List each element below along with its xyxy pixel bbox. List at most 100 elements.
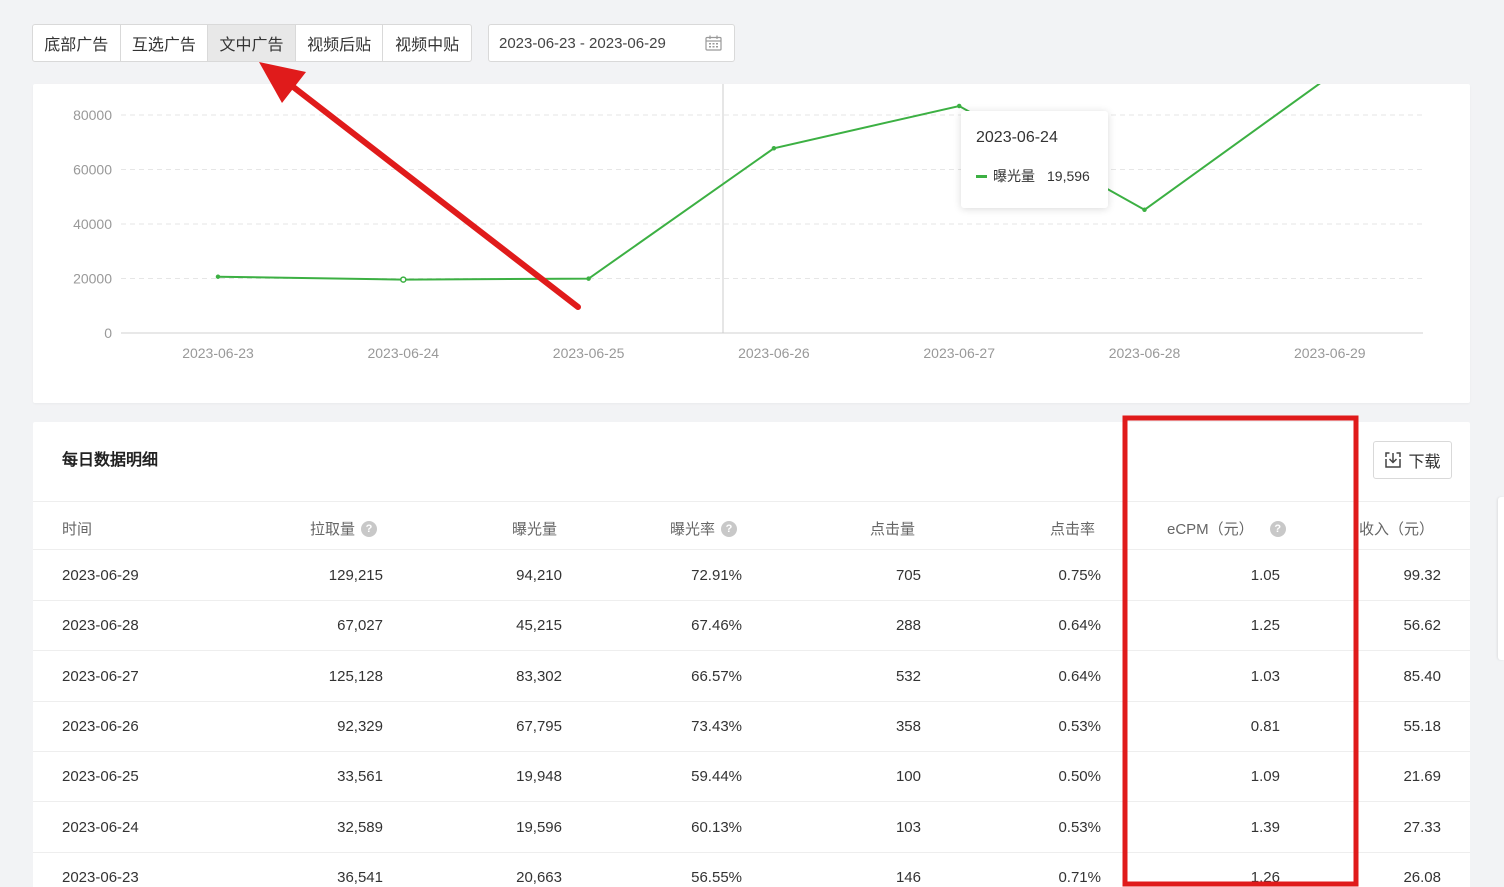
x-tick-label: 2023-06-25 [553,345,625,361]
calendar-icon[interactable] [705,35,722,51]
daily-detail-card: 每日数据明细 下载 时间 拉取量? 曝光量 曝光率? 点击量 点击率 eCPM（… [33,422,1470,887]
col-header-clicks[interactable]: 点击量 [870,518,915,539]
cell-clicks: 358 [895,717,921,735]
cell-pulls: 125,128 [328,667,383,685]
cell-date: 2023-06-26 [62,717,139,735]
tab-video-mid-roll[interactable]: 视频中贴 [383,25,471,61]
tab-in-article-ad[interactable]: 文中广告 [208,25,296,61]
cell-exposure: 20,663 [516,868,562,886]
col-label: 点击量 [870,521,916,538]
cell-revenue: 99.32 [1403,567,1441,584]
col-header-ecpm[interactable]: eCPM（元）? [1167,518,1286,539]
cell-revenue: 55.18 [1403,717,1441,735]
data-point[interactable] [771,146,777,151]
cell-exposure: 83,302 [516,667,562,685]
cell-exposure: 19,948 [516,768,562,786]
cell-revenue: 26.08 [1403,868,1441,886]
cell-exposure-rate: 56.55% [691,868,742,886]
col-label: 时间 [62,521,93,538]
tab-bottom-ad[interactable]: 底部广告 [33,25,121,61]
download-button[interactable]: 下载 [1373,441,1452,479]
help-icon[interactable]: ? [361,520,378,537]
chart-tooltip: 2023-06-24 曝光量 19,596 [961,111,1108,208]
col-header-time[interactable]: 时间 [62,518,92,539]
cell-date: 2023-06-23 [62,868,139,886]
col-label: 曝光量 [512,521,558,538]
cell-pulls: 36,541 [337,868,383,886]
table-row: 2023-06-24 32,589 19,596 60.13% 103 0.53% 1.39… [33,802,1470,853]
col-header-exposure-rate[interactable]: 曝光率? [670,518,738,539]
cell-clicks: 705 [895,567,921,584]
cell-clicks: 532 [895,667,921,685]
cell-exposure: 45,215 [516,617,562,635]
y-tick-label: 80000 [73,107,112,123]
help-icon[interactable]: ? [1269,520,1286,537]
cell-clicks: 146 [895,868,921,886]
cell-date: 2023-06-25 [62,768,139,786]
x-tick-label: 2023-06-24 [367,345,439,361]
cell-pulls: 67,027 [337,617,383,635]
cell-exposure-rate: 67.46% [691,617,742,635]
data-point[interactable] [956,103,962,109]
table-row: 2023-06-28 67,027 45,215 67.46% 288 0.64% 1.25… [33,600,1470,652]
cell-revenue: 27.33 [1403,818,1441,836]
cell-ecpm: 0.81 [1250,717,1280,735]
chart-card: 0 20000 40000 60000 80000 2023-06-23 2023-06-2… [33,84,1470,403]
tooltip-series-swatch [976,174,987,178]
col-header-exposure[interactable]: 曝光量 [512,518,557,539]
data-point[interactable] [586,276,591,281]
col-label: 收入（元） [1359,521,1435,538]
cell-pulls: 129,215 [328,567,383,584]
series-line-exposure [217,84,1321,281]
col-header-revenue[interactable]: 收入（元） [1359,518,1434,539]
tooltip-value: 19,596 [1047,168,1090,184]
col-label: eCPM（元） [1167,521,1254,538]
cell-ctr: 0.71% [1058,868,1101,886]
cell-exposure: 19,596 [516,818,562,836]
x-tick-label: 2023-06-28 [1109,345,1181,361]
cell-date: 2023-06-24 [62,818,139,836]
side-scroll-handle[interactable] [1498,497,1504,660]
table-row: 2023-06-26 92,329 67,795 73.43% 358 0.53% 0.81… [33,701,1470,752]
table-row: 2023-06-25 33,561 19,948 59.44% 100 0.50% 1.09… [33,751,1470,803]
tab-video-post-roll[interactable]: 视频后贴 [296,25,384,61]
cell-ctr: 0.53% [1058,818,1101,836]
table-row: 2023-06-29 129,215 94,210 72.91% 705 0.75% 1.0… [33,550,1470,601]
cell-ecpm: 1.39 [1250,818,1280,836]
help-icon[interactable]: ? [721,520,738,537]
cell-ctr: 0.64% [1058,667,1101,685]
cell-pulls: 32,589 [337,818,383,836]
col-header-pulls[interactable]: 拉取量? [310,518,378,539]
cell-exposure-rate: 59.44% [691,768,742,786]
download-icon [1385,452,1402,468]
tooltip-series-name: 曝光量 [993,168,1035,184]
col-label: 曝光率 [670,521,716,538]
table-row: 2023-06-23 36,541 20,663 56.55% 146 0.71% 1.26… [33,852,1470,887]
exposure-line-chart[interactable]: 0 20000 40000 60000 80000 2023-06-23 2023-06-2… [33,84,1470,403]
cell-revenue: 56.62 [1403,617,1441,635]
table-row: 2023-06-27 125,128 83,302 66.57% 532 0.64% 1.0… [33,651,1470,702]
cell-clicks: 100 [895,768,921,786]
cell-exposure-rate: 66.57% [691,667,742,685]
data-point[interactable] [1142,207,1147,213]
cell-exposure: 94,210 [516,567,562,584]
cell-ctr: 0.50% [1058,768,1101,786]
cell-ecpm: 1.09 [1250,768,1280,786]
x-tick-label: 2023-06-26 [738,345,810,361]
date-range-picker[interactable]: 2023-06-23 - 2023-06-29 [488,24,735,62]
cell-revenue: 85.40 [1403,667,1441,685]
cell-pulls: 92,329 [337,717,383,735]
cell-ecpm: 1.03 [1250,667,1280,685]
cell-clicks: 103 [895,818,921,836]
y-tick-label: 0 [104,325,112,341]
tab-mutual-select-ad[interactable]: 互选广告 [121,25,209,61]
data-point[interactable] [215,274,221,279]
table-title: 每日数据明细 [62,452,159,469]
cell-date: 2023-06-27 [62,667,139,685]
cell-ecpm: 1.05 [1250,567,1280,584]
data-point[interactable] [400,276,407,283]
y-tick-label: 40000 [73,216,112,232]
cell-ecpm: 1.25 [1250,617,1280,635]
cell-exposure-rate: 72.91% [691,567,742,584]
col-header-ctr[interactable]: 点击率 [1050,518,1095,539]
